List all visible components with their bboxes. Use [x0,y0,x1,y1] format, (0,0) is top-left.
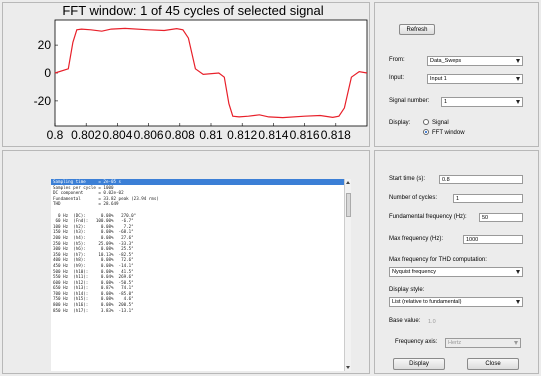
x-tick-label: 0.804 [102,128,132,142]
thd-frequency-dropdown[interactable]: Nyquist frequency [389,267,523,277]
signal-number-value: 1 [444,99,448,105]
from-value: Data_Sweps [430,58,462,64]
scroll-up-icon[interactable] [346,181,350,184]
chevron-down-icon [516,100,520,104]
chevron-down-icon [516,270,520,274]
refresh-button[interactable]: Refresh [399,24,435,35]
base-value-label: Base value: [389,318,421,324]
fft-settings-panel: Start time (s): 0.8 Number of cycles: 1 … [374,150,539,374]
start-time-field[interactable]: 0.8 [439,175,523,184]
scroll-thumb[interactable] [346,193,351,217]
base-value-field: 1.0 [425,317,465,326]
max-frequency-label: Max frequency (Hz): [389,236,444,242]
close-button[interactable]: Close [467,358,519,370]
display-style-label: Display style: [389,287,425,293]
x-tick-label: 0.816 [290,128,320,142]
signal-selection-panel: Refresh From: Data_Sweps Input: Input 1 … [374,2,539,147]
y-tick-label: 20 [38,38,52,52]
display-style-value: List (relative to fundamental) [392,299,462,305]
y-tick-label: 0 [44,66,51,80]
fft-window-plot: FFT window: 1 of 45 cycles of selected s… [34,3,368,142]
x-tick-label: 0.81 [199,128,223,142]
thd-frequency-label: Max frequency for THD computation: [389,257,487,263]
max-frequency-field[interactable]: 1000 [463,235,523,244]
display-label: Display: [389,120,411,126]
x-tick-label: 0.806 [134,128,164,142]
cycles-label: Number of cycles: [389,195,438,201]
frequency-axis-label: Frequency axis: [395,339,438,345]
frequency-axis-dropdown: Hertz [445,338,521,348]
chevron-down-icon [514,341,518,345]
display-signal-label: Signal [432,120,449,126]
input-value: Input 1 [430,76,447,82]
cycles-field[interactable]: 1 [453,194,523,203]
chevron-down-icon [516,300,520,304]
fft-plot-panel: FFT window: 1 of 45 cycles of selected s… [2,2,370,147]
result-row[interactable]: 850 Hz (h17): 3.83% -13.1° [51,308,351,314]
x-tick-label: 0.814 [258,128,288,142]
display-fft-window-radio[interactable] [423,129,429,135]
plot-axes [54,19,368,127]
plot-title: FFT window: 1 of 45 cycles of selected s… [62,3,323,18]
from-label: From: [389,57,405,63]
y-tick-label: -20 [34,94,52,108]
chevron-down-icon [516,77,520,81]
x-tick-label: 0.812 [227,128,257,142]
x-tick-label: 0.818 [321,128,351,142]
display-button[interactable]: Display [393,358,445,370]
input-label: Input: [389,75,405,81]
listing-scrollbar[interactable] [344,179,351,371]
from-dropdown[interactable]: Data_Sweps [427,56,523,66]
y-axis-ticks: 20 0 -20 [34,38,58,108]
fft-results-panel: Sampling time = 2e-05 s Samples per cycle… [2,150,370,374]
start-time-label: Start time (s): [389,176,426,182]
signal-number-label: Signal number: [389,98,430,104]
x-tick-label: 0.808 [165,128,195,142]
scroll-down-icon[interactable] [346,366,350,369]
fundamental-frequency-field[interactable]: 50 [479,213,523,222]
display-fft-window-label: FFT window [432,130,465,136]
thd-frequency-value: Nyquist frequency [392,269,437,275]
display-style-dropdown[interactable]: List (relative to fundamental) [389,297,523,307]
x-tick-label: 0.802 [71,128,101,142]
frequency-axis-value: Hertz [448,340,462,346]
input-dropdown[interactable]: Input 1 [427,74,523,84]
signal-number-dropdown[interactable]: 1 [441,97,523,107]
fft-results-listbox[interactable]: Sampling time = 2e-05 s Samples per cycle… [51,179,351,371]
fundamental-frequency-label: Fundamental frequency (Hz): [389,214,467,220]
display-signal-radio[interactable] [423,119,429,125]
x-tick-label: 0.8 [47,128,64,142]
chevron-down-icon [516,59,520,63]
